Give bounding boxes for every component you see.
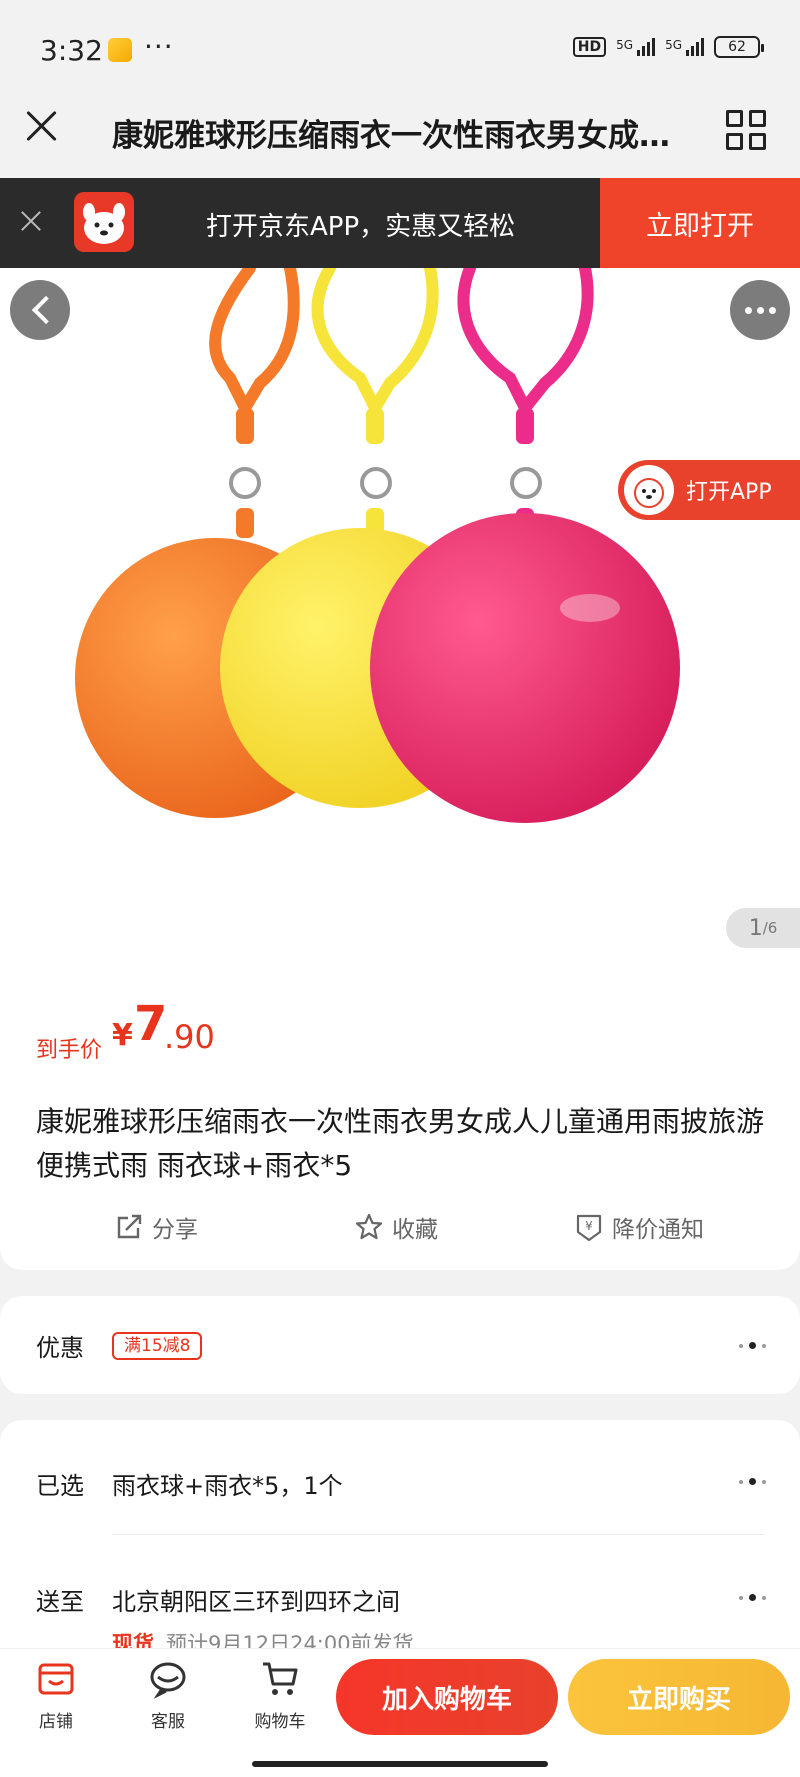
deliver-address[interactable]: 北京朝阳区三环到四环之间 [112, 1582, 400, 1617]
product-image [75, 268, 680, 823]
shop-icon [36, 1659, 76, 1699]
signal-icon-2: 5G [665, 38, 704, 56]
selected-label: 已选 [36, 1472, 84, 1500]
title-bar: 康妮雅球形压缩雨衣一次性雨衣男女成人儿童通用雨披旅游便携式雨 雨衣球+雨衣*5 [0, 88, 800, 178]
coupon-badge: 满15减8 [112, 1332, 203, 1360]
deliver-label: 送至 [36, 1588, 84, 1616]
banner-close-icon[interactable] [18, 208, 44, 234]
cart-icon [260, 1659, 300, 1699]
product-info-card: 到手价 ¥ 7 .90 康妮雅球形压缩雨衣一次性雨衣男女成人儿童通用雨披旅游便携… [0, 968, 800, 1270]
chat-icon [148, 1659, 188, 1699]
favorite-label: 收藏 [392, 1217, 438, 1243]
price-label: 到手价 [36, 1038, 103, 1063]
back-button[interactable] [10, 280, 70, 340]
app-download-banner: 打开京东APP，实惠又轻松 立即打开 [0, 178, 800, 268]
pager-total: /6 [762, 919, 778, 937]
network-type-1: 5G [616, 38, 634, 52]
add-to-cart-button[interactable]: 加入购物车 [336, 1659, 558, 1735]
bottom-action-bar: 店铺 客服 购物车 加入购物车 立即购买 [0, 1648, 800, 1777]
promo-more-icon[interactable] [739, 1342, 766, 1349]
signal-icon: 5G [616, 38, 656, 56]
deliver-more-icon[interactable] [739, 1594, 766, 1601]
divider [112, 1534, 764, 1535]
favorite-button[interactable]: 收藏 [354, 1210, 438, 1244]
tab-shop[interactable]: 店铺 [16, 1659, 96, 1732]
close-icon[interactable] [22, 106, 60, 144]
open-app-button[interactable]: 立即打开 [600, 178, 800, 268]
tab-customer-service[interactable]: 客服 [128, 1659, 208, 1732]
jd-logo [74, 192, 134, 252]
image-pager: 1 /6 [726, 908, 800, 948]
tab-cart[interactable]: 购物车 [240, 1659, 320, 1732]
selected-more-icon[interactable] [739, 1478, 766, 1485]
svg-text:¥: ¥ [585, 1219, 593, 1233]
more-notifications-icon: ··· [144, 30, 174, 63]
product-title: 康妮雅球形压缩雨衣一次性雨衣男女成人儿童通用雨披旅游便携式雨 雨衣球+雨衣*5 [36, 1105, 765, 1182]
hd-icon: HD [572, 37, 607, 57]
status-indicators: HD 5G 5G 62 [572, 36, 764, 58]
price-alert-label: 降价通知 [612, 1217, 704, 1243]
shop-label: 店铺 [39, 1712, 73, 1732]
price-integer: 7 [134, 996, 168, 1052]
price-alert-button[interactable]: ¥ 降价通知 [574, 1210, 704, 1244]
battery-icon: 62 [714, 36, 764, 58]
buy-now-button[interactable]: 立即购买 [568, 1659, 790, 1735]
star-icon [354, 1212, 384, 1242]
jd-mascot-icon [624, 465, 674, 515]
promo-label: 优惠 [36, 1334, 84, 1362]
more-options-button[interactable] [730, 280, 790, 340]
notification-app-icon [108, 38, 132, 62]
network-type-2: 5G [665, 38, 682, 52]
price-alert-icon: ¥ [574, 1212, 604, 1242]
price-currency: ¥ [112, 1018, 133, 1053]
promotion-row[interactable]: 优惠 满15减8 [0, 1296, 800, 1394]
open-app-float-button[interactable]: 打开APP [618, 460, 800, 520]
share-icon [114, 1212, 144, 1242]
share-button[interactable]: 分享 [114, 1210, 198, 1244]
pager-current: 1 [748, 915, 763, 941]
share-label: 分享 [152, 1217, 198, 1243]
cart-label: 购物车 [254, 1712, 306, 1732]
banner-text: 打开京东APP，实惠又轻松 [206, 212, 516, 242]
status-bar: 3:32 ··· HD 5G 5G 62 [0, 0, 800, 88]
selected-value[interactable]: 雨衣球+雨衣*5，1个 [112, 1466, 343, 1501]
service-label: 客服 [151, 1712, 185, 1732]
page-title: 康妮雅球形压缩雨衣一次性雨衣男女成人儿童通用雨披旅游便携式雨 雨衣球+雨衣*5 [112, 118, 672, 154]
open-app-label: 打开APP [686, 480, 772, 505]
spec-card: 已选 雨衣球+雨衣*5，1个 送至 北京朝阳区三环到四环之间 现货 预计9月12… [0, 1420, 800, 1660]
grid-menu-icon[interactable] [726, 110, 766, 150]
product-image-gallery[interactable]: 打开APP 1 /6 [0, 268, 800, 968]
product-actions: 分享 收藏 ¥ 降价通知 [0, 1210, 800, 1254]
status-time: 3:32 [40, 34, 103, 67]
price-decimal: .90 [164, 1018, 215, 1056]
home-indicator[interactable] [252, 1761, 548, 1767]
